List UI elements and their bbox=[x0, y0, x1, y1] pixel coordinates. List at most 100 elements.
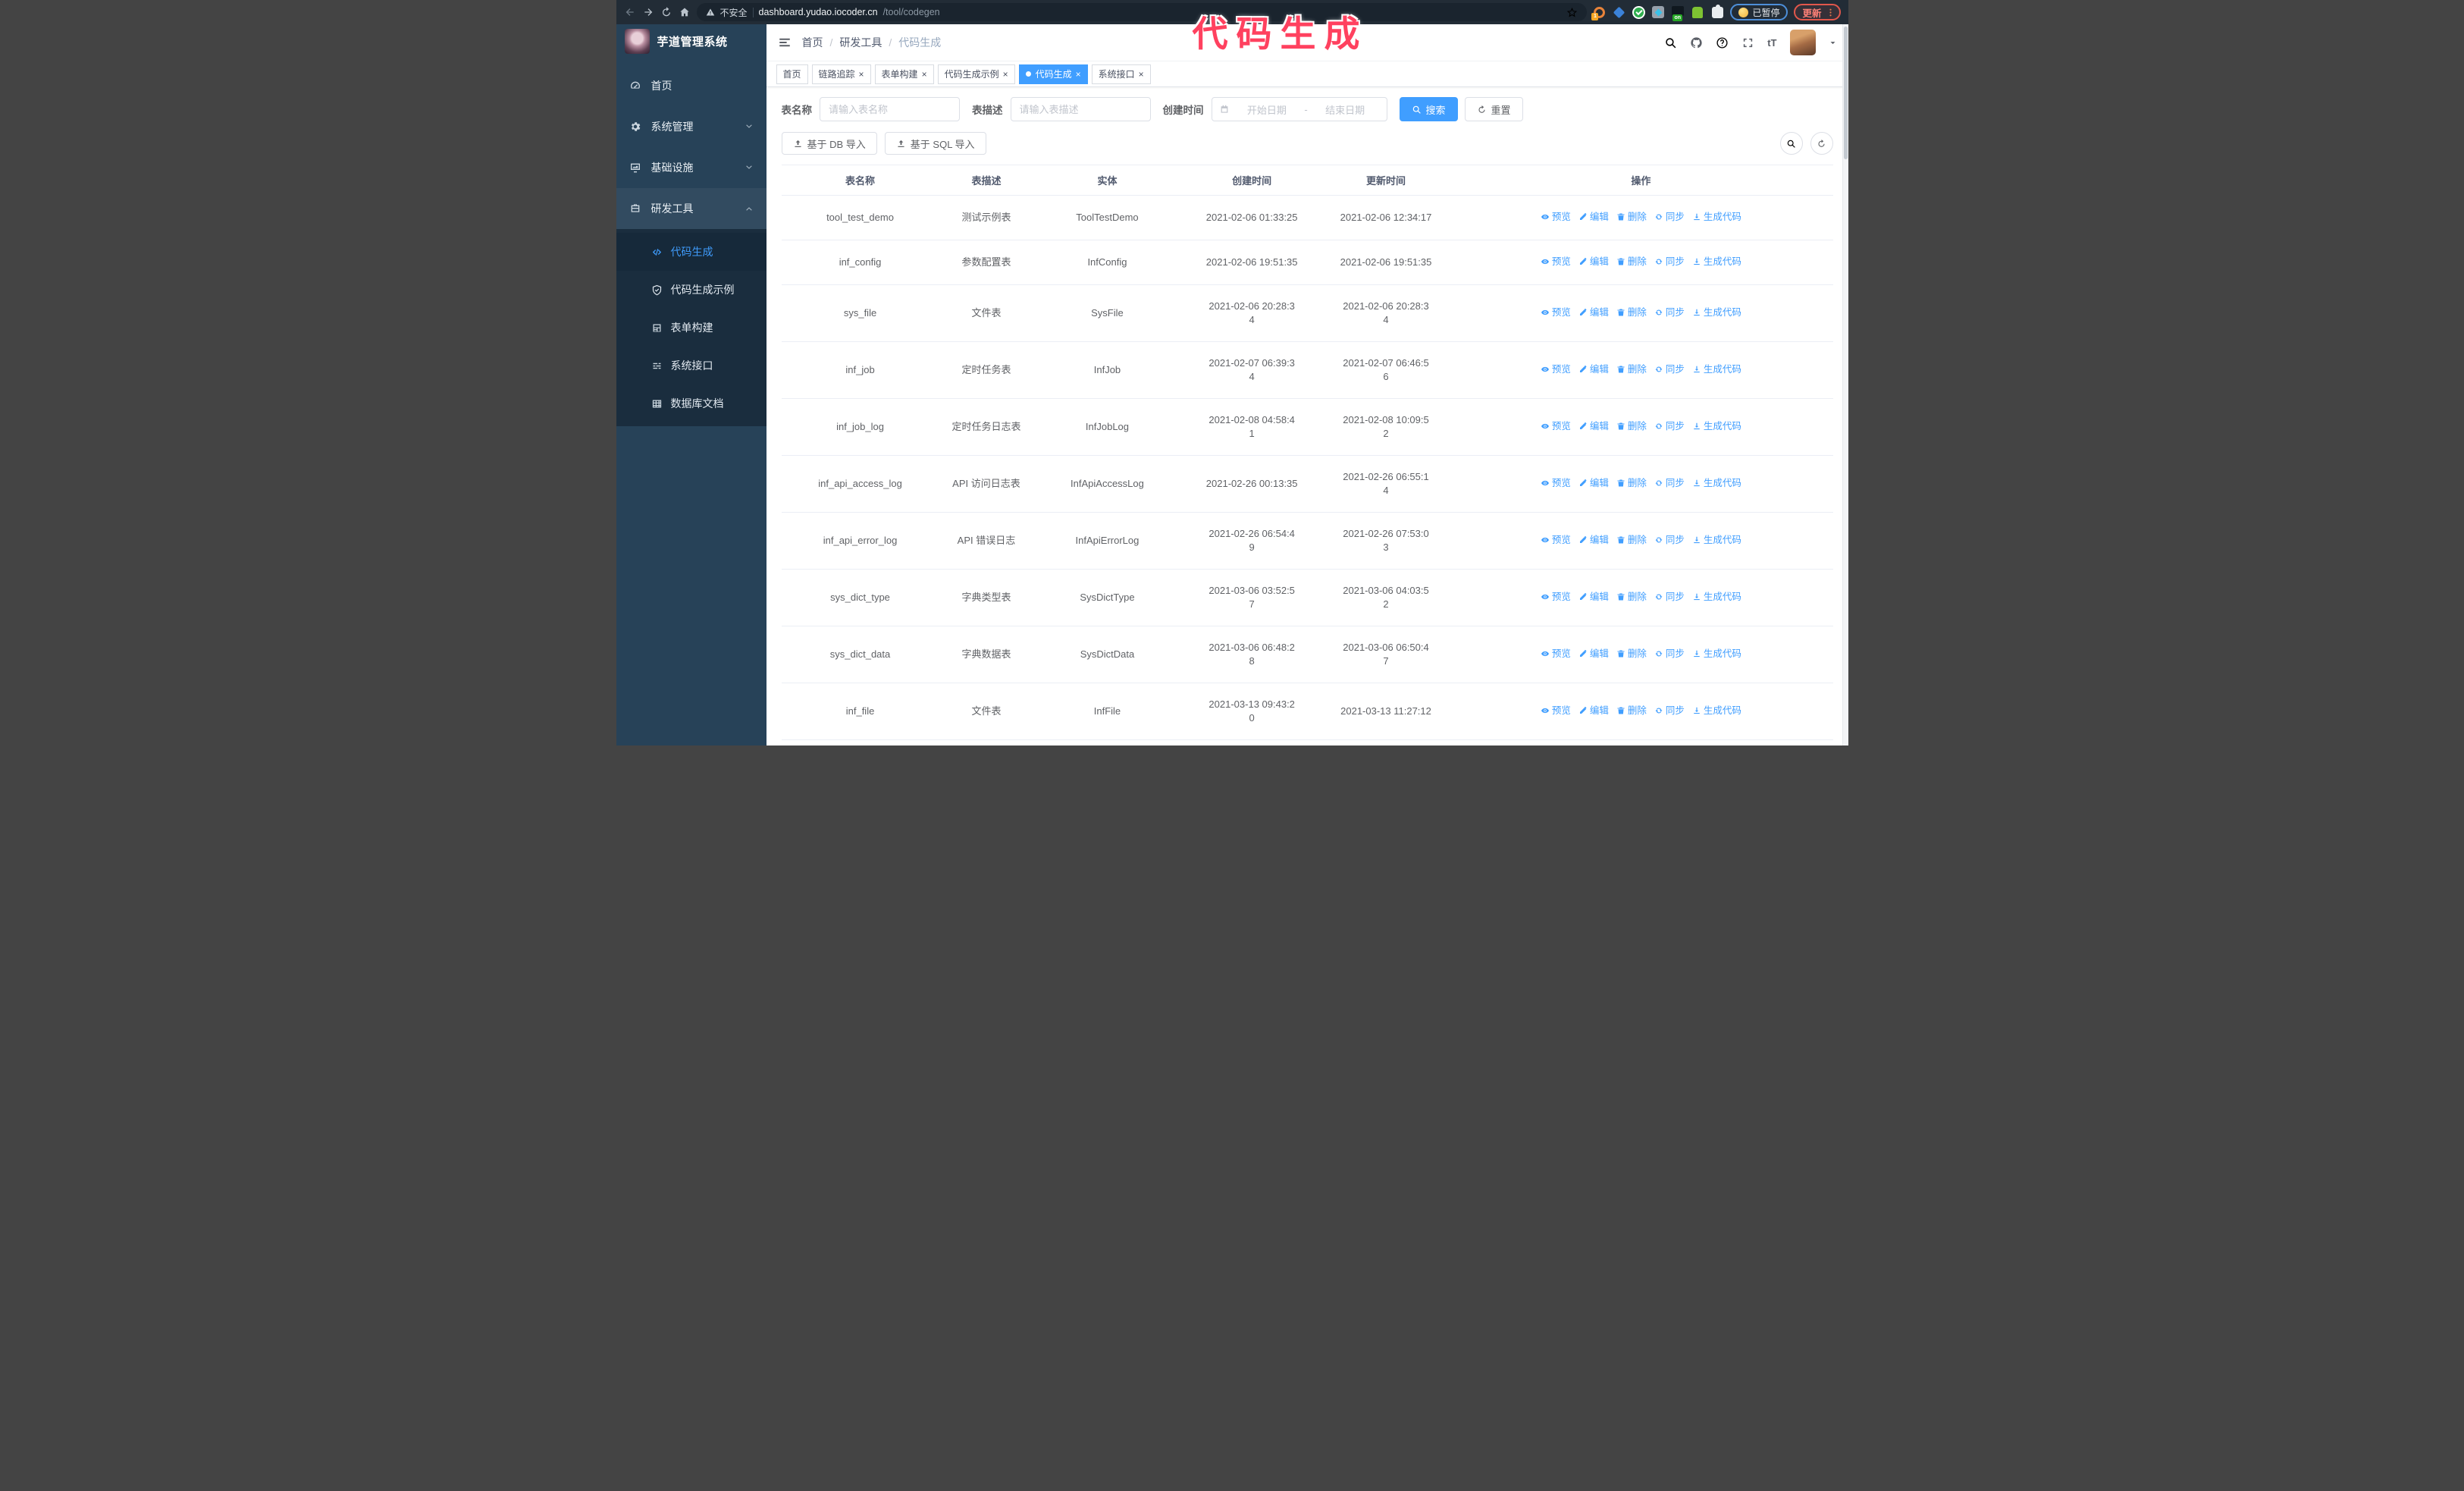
end-date-placeholder[interactable]: 结束日期 bbox=[1311, 102, 1380, 117]
tab-home[interactable]: 首页 bbox=[776, 64, 808, 84]
tab-api[interactable]: 系统接口 × bbox=[1091, 64, 1151, 84]
edit-link[interactable]: 编辑 bbox=[1578, 419, 1609, 433]
search-icon[interactable] bbox=[1664, 36, 1677, 49]
update-button[interactable]: 更新 bbox=[1794, 4, 1841, 20]
generate-code-link[interactable]: 生成代码 bbox=[1692, 704, 1741, 717]
sync-link[interactable]: 同步 bbox=[1654, 533, 1685, 547]
preview-link[interactable]: 预览 bbox=[1541, 255, 1571, 268]
extension-icon[interactable]: on bbox=[1672, 5, 1685, 21]
edit-link[interactable]: 编辑 bbox=[1578, 533, 1609, 547]
preview-link[interactable]: 预览 bbox=[1541, 647, 1571, 661]
sync-link[interactable]: 同步 bbox=[1654, 704, 1685, 717]
generate-code-link[interactable]: 生成代码 bbox=[1692, 533, 1741, 547]
sql-import-button[interactable]: 基于 SQL 导入 bbox=[884, 132, 986, 155]
delete-link[interactable]: 删除 bbox=[1616, 647, 1647, 661]
edit-link[interactable]: 编辑 bbox=[1578, 306, 1609, 319]
sync-link[interactable]: 同步 bbox=[1654, 647, 1685, 661]
browser-home-icon[interactable] bbox=[679, 6, 691, 18]
browser-back-icon[interactable] bbox=[624, 6, 636, 18]
scrollbar-track[interactable] bbox=[1842, 24, 1848, 746]
hamburger-icon[interactable] bbox=[778, 36, 792, 49]
sidebar-item-form-builder[interactable]: 表单构建 bbox=[616, 309, 766, 347]
browser-menu-dots-icon[interactable] bbox=[1826, 8, 1835, 17]
preview-link[interactable]: 预览 bbox=[1541, 704, 1571, 717]
sidebar-item-codegen-example[interactable]: 代码生成示例 bbox=[616, 271, 766, 309]
preview-link[interactable]: 预览 bbox=[1541, 363, 1571, 376]
address-bar[interactable]: 不安全 dashboard.yudao.iocoder.cn /tool/cod… bbox=[696, 3, 1588, 21]
caret-down-icon[interactable] bbox=[1829, 39, 1837, 47]
delete-link[interactable]: 删除 bbox=[1616, 533, 1647, 547]
avatar[interactable] bbox=[1789, 30, 1816, 55]
tab-codegen[interactable]: 代码生成 × bbox=[1018, 64, 1088, 84]
reset-button[interactable]: 重置 bbox=[1464, 97, 1523, 121]
url-host[interactable]: dashboard.yudao.iocoder.cn bbox=[759, 7, 878, 17]
edit-link[interactable]: 编辑 bbox=[1578, 255, 1609, 268]
edit-link[interactable]: 编辑 bbox=[1578, 210, 1609, 224]
refresh-table-button[interactable] bbox=[1810, 132, 1833, 155]
extension-icon[interactable] bbox=[1613, 6, 1625, 19]
help-icon[interactable] bbox=[1716, 36, 1729, 49]
close-icon[interactable]: × bbox=[1076, 70, 1081, 79]
edit-link[interactable]: 编辑 bbox=[1578, 704, 1609, 717]
generate-code-link[interactable]: 生成代码 bbox=[1692, 476, 1741, 490]
sidebar-item-infra[interactable]: 基础设施 bbox=[616, 147, 766, 188]
tab-tracing[interactable]: 链路追踪 × bbox=[811, 64, 871, 84]
browser-reload-icon[interactable] bbox=[660, 6, 672, 18]
delete-link[interactable]: 删除 bbox=[1616, 306, 1647, 319]
close-icon[interactable]: × bbox=[859, 70, 864, 79]
url-path[interactable]: /tool/codegen bbox=[883, 7, 940, 17]
bookmark-star-icon[interactable] bbox=[1566, 7, 1578, 18]
sync-link[interactable]: 同步 bbox=[1654, 210, 1685, 224]
table-desc-input[interactable] bbox=[1010, 97, 1151, 121]
sidebar-item-codegen[interactable]: 代码生成 bbox=[616, 233, 766, 271]
font-size-icon[interactable]: tT bbox=[1767, 37, 1776, 49]
delete-link[interactable]: 删除 bbox=[1616, 210, 1647, 224]
extension-icon[interactable] bbox=[1632, 5, 1646, 19]
preview-link[interactable]: 预览 bbox=[1541, 306, 1571, 319]
extension-icon[interactable] bbox=[1691, 6, 1704, 19]
sidebar-item-db-doc[interactable]: 数据库文档 bbox=[616, 385, 766, 422]
github-icon[interactable] bbox=[1690, 36, 1703, 49]
delete-link[interactable]: 删除 bbox=[1616, 255, 1647, 268]
delete-link[interactable]: 删除 bbox=[1616, 590, 1647, 604]
browser-forward-icon[interactable] bbox=[642, 6, 654, 18]
preview-link[interactable]: 预览 bbox=[1541, 533, 1571, 547]
close-icon[interactable]: × bbox=[922, 70, 927, 79]
sync-link[interactable]: 同步 bbox=[1654, 255, 1685, 268]
security-label[interactable]: 不安全 bbox=[720, 6, 748, 19]
preview-link[interactable]: 预览 bbox=[1541, 590, 1571, 604]
edit-link[interactable]: 编辑 bbox=[1578, 647, 1609, 661]
edit-link[interactable]: 编辑 bbox=[1578, 476, 1609, 490]
delete-link[interactable]: 删除 bbox=[1616, 363, 1647, 376]
date-range-picker[interactable]: 开始日期 - 结束日期 bbox=[1211, 97, 1387, 121]
sidebar-item-home[interactable]: 首页 bbox=[616, 65, 766, 106]
table-name-input[interactable] bbox=[820, 97, 960, 121]
close-icon[interactable]: × bbox=[1003, 70, 1008, 79]
delete-link[interactable]: 删除 bbox=[1616, 476, 1647, 490]
preview-link[interactable]: 预览 bbox=[1541, 476, 1571, 490]
preview-link[interactable]: 预览 bbox=[1541, 210, 1571, 224]
generate-code-link[interactable]: 生成代码 bbox=[1692, 306, 1741, 319]
generate-code-link[interactable]: 生成代码 bbox=[1692, 255, 1741, 268]
delete-link[interactable]: 删除 bbox=[1616, 704, 1647, 717]
extensions-puzzle-icon[interactable] bbox=[1711, 4, 1724, 19]
sidebar-item-system[interactable]: 系统管理 bbox=[616, 106, 766, 147]
sync-link[interactable]: 同步 bbox=[1654, 363, 1685, 376]
close-icon[interactable]: × bbox=[1139, 70, 1144, 79]
breadcrumb-devtools[interactable]: 研发工具 bbox=[839, 35, 882, 50]
db-import-button[interactable]: 基于 DB 导入 bbox=[781, 132, 877, 155]
extension-icon[interactable]: 1 bbox=[1591, 6, 1606, 20]
tab-form-builder[interactable]: 表单构建 × bbox=[874, 64, 934, 84]
generate-code-link[interactable]: 生成代码 bbox=[1692, 363, 1741, 376]
breadcrumb-home[interactable]: 首页 bbox=[802, 35, 823, 50]
start-date-placeholder[interactable]: 开始日期 bbox=[1233, 102, 1302, 117]
search-button[interactable]: 搜索 bbox=[1399, 97, 1458, 121]
toggle-search-button[interactable] bbox=[1779, 132, 1803, 155]
generate-code-link[interactable]: 生成代码 bbox=[1692, 419, 1741, 433]
sync-link[interactable]: 同步 bbox=[1654, 419, 1685, 433]
edit-link[interactable]: 编辑 bbox=[1578, 590, 1609, 604]
sync-link[interactable]: 同步 bbox=[1654, 306, 1685, 319]
tab-codegen-example[interactable]: 代码生成示例 × bbox=[937, 64, 1015, 84]
scrollbar-thumb[interactable] bbox=[1843, 27, 1848, 159]
sync-link[interactable]: 同步 bbox=[1654, 476, 1685, 490]
